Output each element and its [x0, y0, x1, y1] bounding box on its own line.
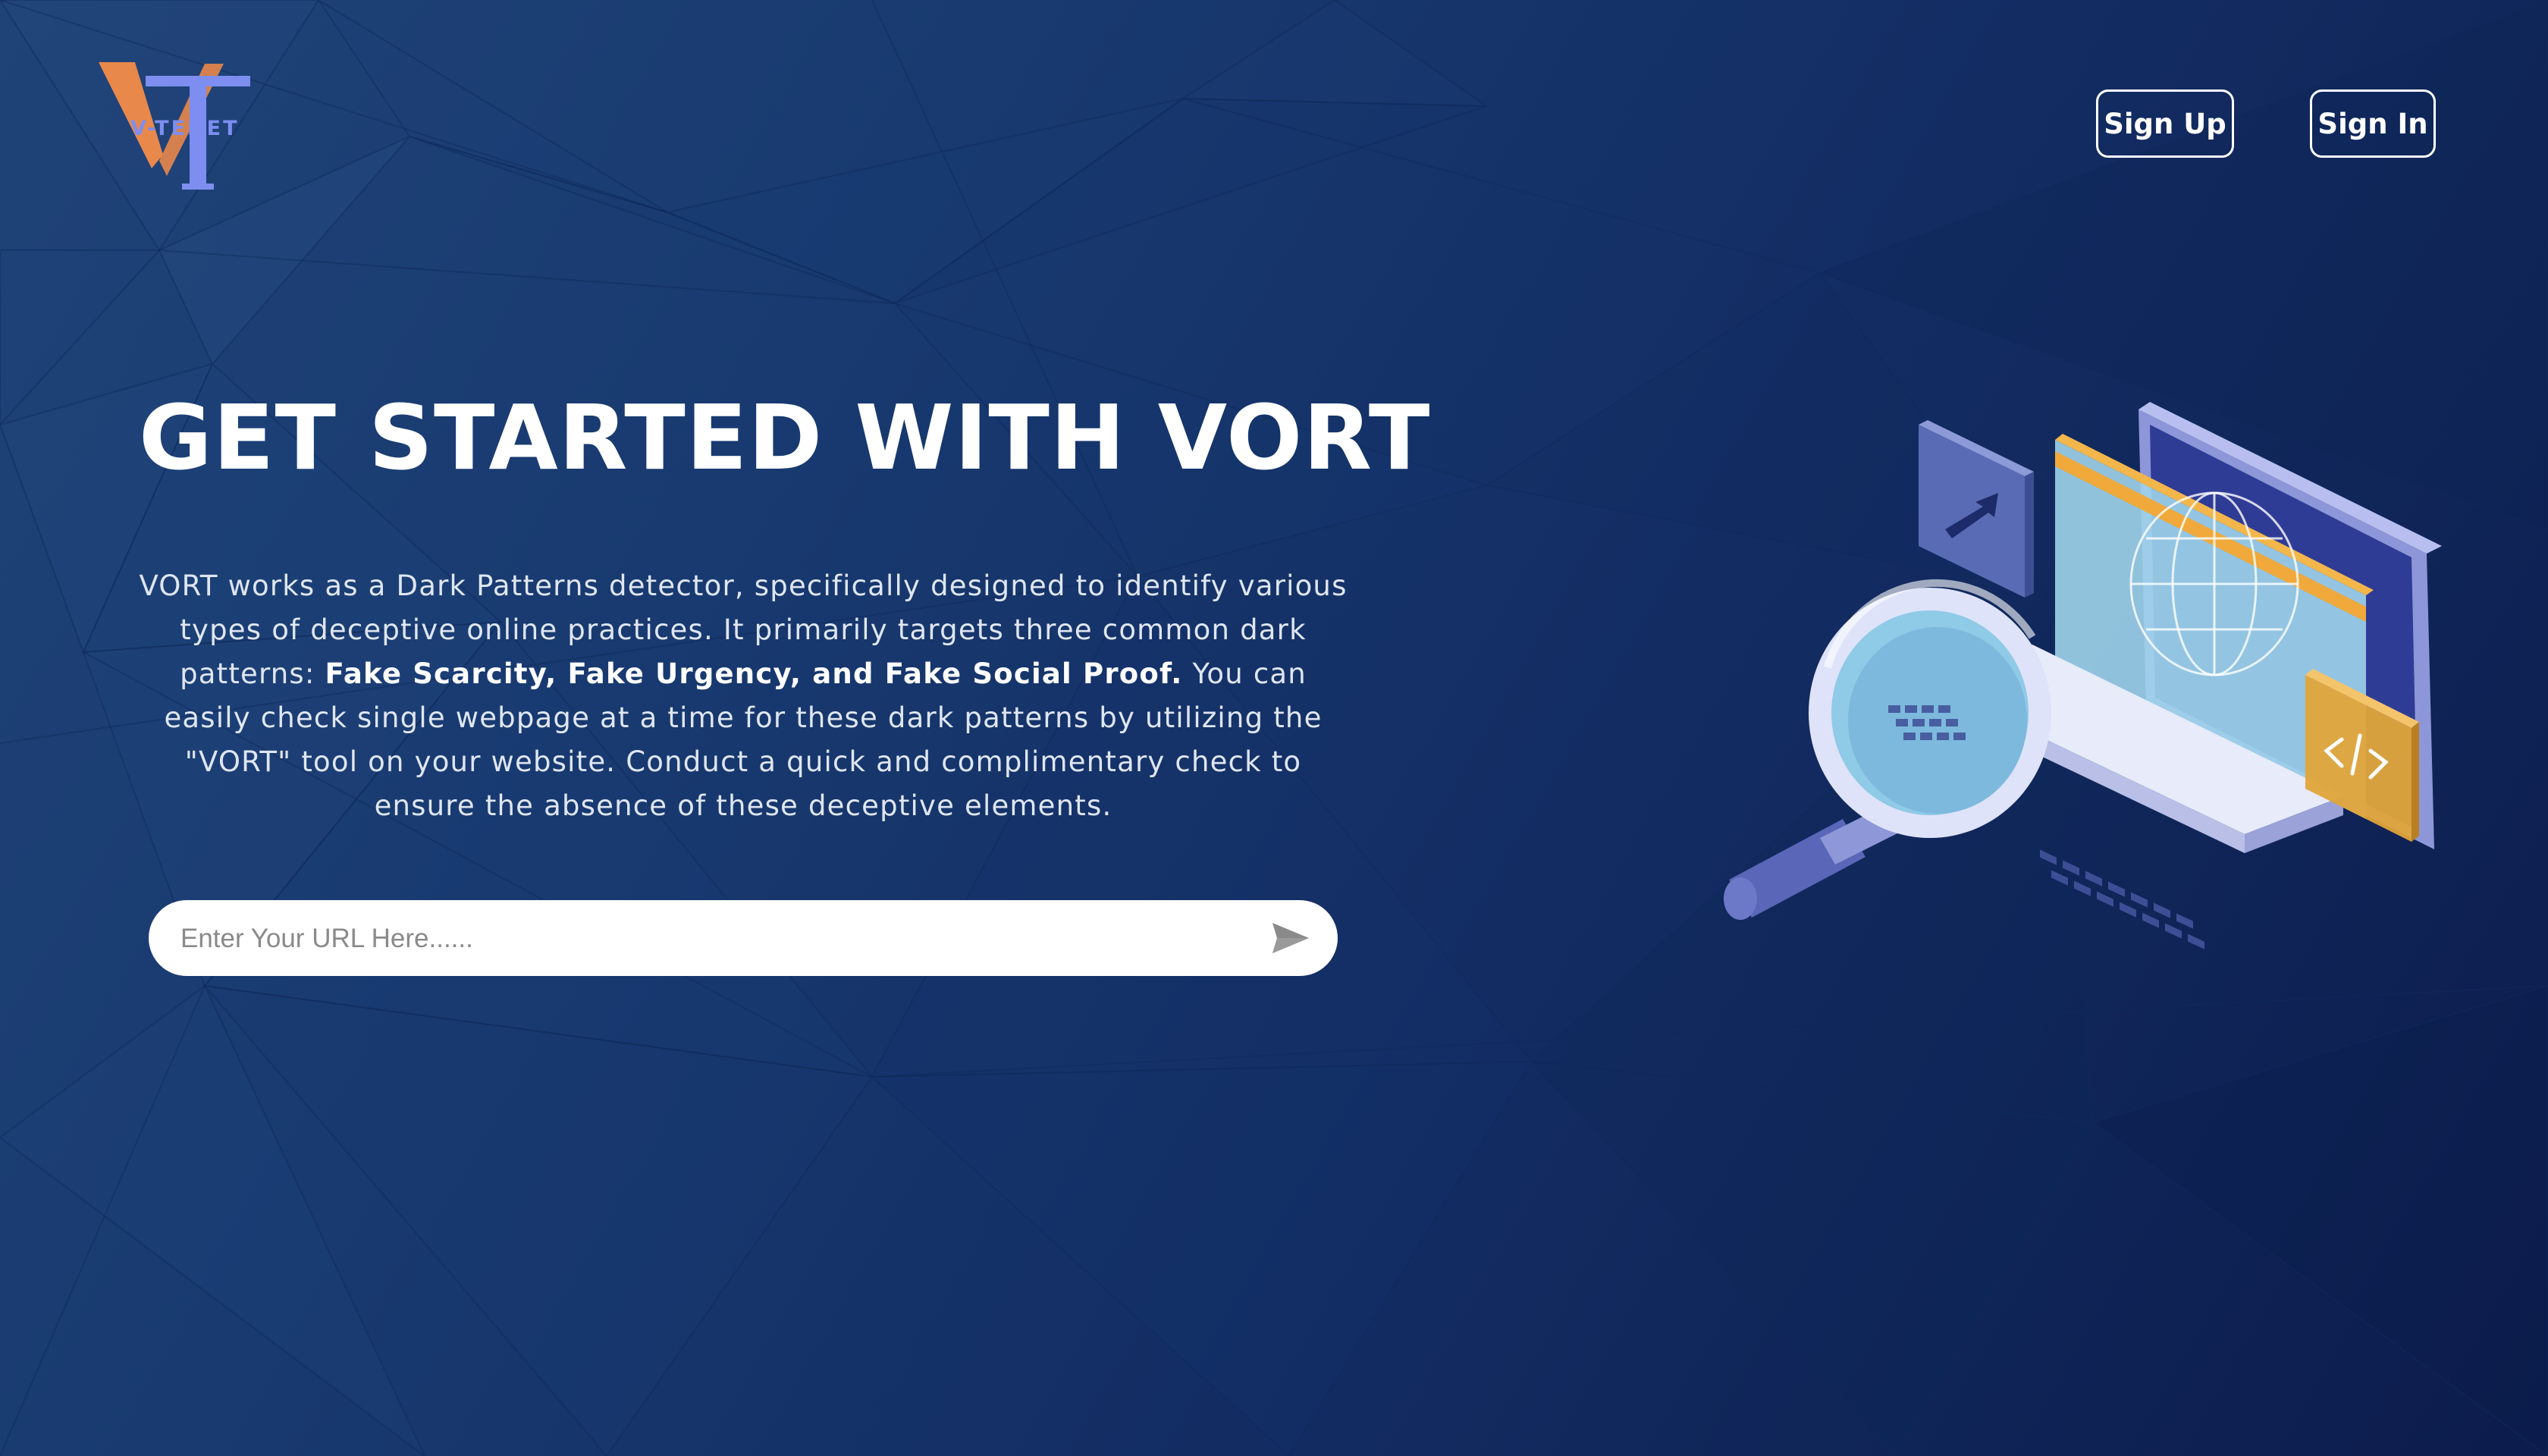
page-title: GET STARTED WITH VORT: [139, 385, 1431, 490]
sign-in-button[interactable]: Sign In: [2310, 89, 2436, 158]
magnifier-icon: [1724, 579, 2051, 920]
send-icon[interactable]: [1269, 920, 1312, 956]
arrow-icon: [1919, 420, 2034, 598]
logo-text: V-TENET: [130, 117, 240, 140]
brand-logo[interactable]: V-TENET: [91, 55, 265, 199]
url-input[interactable]: [179, 900, 1228, 977]
sign-up-button[interactable]: Sign Up: [2096, 89, 2234, 158]
globe-icon: [2129, 491, 2299, 676]
hero-description: VORT works as a Dark Patterns detector, …: [136, 564, 1350, 828]
laptop-magnifier-illustration: [1724, 402, 2442, 949]
description-highlight: Fake Scarcity, Fake Urgency, and Fake So…: [325, 657, 1183, 690]
url-search-bar: [149, 900, 1338, 977]
